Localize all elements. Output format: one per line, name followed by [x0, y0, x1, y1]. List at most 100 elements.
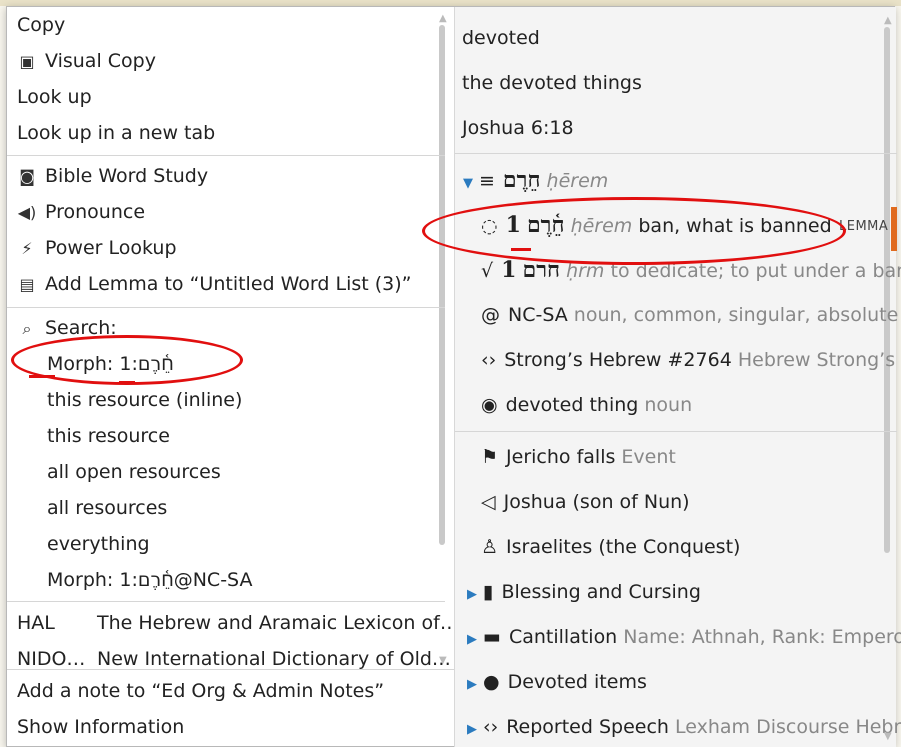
- resource-nidotte-item[interactable]: NIDO… New International Dictionary of Old…: [17, 641, 451, 669]
- copy-label: Copy: [17, 14, 66, 36]
- power-lookup-item[interactable]: ⚡ Power Lookup: [17, 230, 177, 266]
- pillar-icon: ▮: [483, 581, 494, 603]
- tag-icon: ▬: [483, 626, 501, 648]
- resource-title: New International Dictionary of Old…: [97, 648, 451, 669]
- collapsed-desc: Lexham Discourse Hebre…: [675, 716, 901, 738]
- list-icon: ≡: [479, 170, 495, 192]
- image-icon: ▣: [19, 52, 35, 71]
- collapsed-triangle-icon: ▶: [467, 677, 477, 692]
- pronounce-item[interactable]: ◀) Pronounce: [17, 194, 145, 230]
- resource-hal-item[interactable]: HAL The Hebrew and Aramaic Lexicon of…: [17, 605, 459, 641]
- scroll-up-arrow-icon[interactable]: ▲: [884, 15, 892, 26]
- search-item-label: all open resources: [47, 461, 221, 483]
- search-this-resource-inline-item[interactable]: this resource (inline): [47, 382, 242, 418]
- separator: [7, 307, 445, 308]
- search-item-label: all resources: [47, 497, 168, 519]
- collapsed-label: Blessing and Cursing: [501, 581, 701, 603]
- add-note-item[interactable]: Add a note to “Ed Org & Admin Notes”: [17, 673, 384, 709]
- collapsed-label: Reported Speech: [506, 716, 669, 738]
- flag-icon: ⚑: [481, 446, 499, 468]
- annotation-circle: [422, 197, 846, 265]
- power-lookup-label: Power Lookup: [45, 237, 177, 259]
- look-up-new-tab-item[interactable]: Look up in a new tab: [17, 115, 215, 151]
- group-row[interactable]: ♙ Israelites (the Conquest): [481, 527, 740, 567]
- show-information-item[interactable]: Show Information: [17, 709, 184, 745]
- pronounce-label: Pronounce: [45, 201, 146, 223]
- search-morph-ncsa-item[interactable]: Morph: 1:חֵ֫רֶם@NC-SA: [47, 562, 252, 598]
- morph-code: NC-SA: [508, 304, 568, 326]
- sense2-desc: noun: [644, 394, 693, 416]
- person-label: Joshua (son of Nun): [503, 491, 690, 513]
- sense2-label: devoted thing: [505, 394, 639, 416]
- look-up-item[interactable]: Look up: [17, 79, 92, 115]
- context-menu: ▲ Copy ▣ Visual Copy Look up Look up in a…: [6, 6, 901, 747]
- selected-phrase[interactable]: the devoted things: [462, 72, 642, 94]
- menu-left-pane: ▲ Copy ▣ Visual Copy Look up Look up in a…: [7, 7, 459, 747]
- separator: [455, 431, 897, 432]
- collapsed-row[interactable]: ▶ ▬ Cantillation Name: Athnah, Rank: Emper…: [467, 617, 901, 657]
- annotation-underline: [511, 248, 531, 251]
- lemma-group-row[interactable]: ▼ ≡ חֵרֶם ḥērem: [463, 160, 608, 200]
- annotation-underline: [119, 381, 135, 384]
- code-brackets-icon: ‹›: [481, 349, 497, 371]
- scroll-up-arrow-icon[interactable]: ▲: [439, 13, 447, 24]
- person-row[interactable]: ◁ Joshua (son of Nun): [481, 482, 690, 522]
- root-number: 1: [501, 257, 517, 283]
- bible-word-study-item[interactable]: ◙ Bible Word Study: [17, 158, 208, 194]
- power-lookup-icon: ⚡: [21, 239, 33, 258]
- speaker-icon: ◀): [17, 203, 37, 222]
- search-icon: ⌕: [22, 319, 32, 338]
- collapsed-row[interactable]: ▶ ▮ Blessing and Cursing: [467, 572, 701, 612]
- resource-title: The Hebrew and Aramaic Lexicon of…: [97, 612, 459, 634]
- annotation-underline: [29, 375, 55, 378]
- bible-word-study-label: Bible Word Study: [45, 165, 209, 187]
- left-scrollbar[interactable]: [439, 25, 445, 545]
- code-brackets-icon: ‹›: [483, 716, 499, 738]
- expanded-triangle-icon: ▼: [463, 176, 473, 191]
- sense-badge-icon: ◉: [481, 394, 498, 416]
- at-icon: @: [481, 304, 500, 326]
- word-list-icon: ▤: [19, 275, 35, 294]
- collapsed-triangle-icon: ▶: [467, 587, 477, 602]
- event-desc: Event: [621, 446, 676, 468]
- collapsed-row[interactable]: ▶ ‹› Reported Speech Lexham Discourse Hebr…: [467, 707, 901, 747]
- search-everything-item[interactable]: everything: [47, 526, 150, 562]
- sense2-row[interactable]: ◉ devoted thing noun: [481, 385, 692, 425]
- event-row[interactable]: ⚑ Jericho falls Event: [481, 437, 676, 477]
- add-lemma-item[interactable]: ▤ Add Lemma to “Untitled Word List (3)”: [17, 266, 412, 302]
- search-item-label: everything: [47, 533, 150, 555]
- visual-copy-item[interactable]: ▣ Visual Copy: [17, 43, 156, 79]
- copy-item[interactable]: Copy: [17, 7, 65, 43]
- strongs-desc: Hebrew Strong’s: [737, 349, 896, 371]
- add-lemma-label: Add Lemma to “Untitled Word List (3)”: [45, 273, 412, 295]
- add-note-label: Add a note to “Ed Org & Admin Notes”: [17, 680, 385, 702]
- strongs-row[interactable]: ‹› Strong’s Hebrew #2764 Hebrew Strong’s: [481, 340, 895, 380]
- search-all-resources-item[interactable]: all resources: [47, 490, 167, 526]
- morph-row[interactable]: @ NC-SA noun, common, singular, absolute: [481, 295, 898, 335]
- speech-bubble-icon: ●: [483, 671, 500, 693]
- scroll-down-arrow-icon[interactable]: ▼: [884, 731, 892, 742]
- collapsed-label: Devoted items: [507, 671, 647, 693]
- resource-abbr: HAL: [17, 612, 55, 634]
- scroll-down-arrow-icon[interactable]: ▼: [439, 655, 447, 666]
- visual-copy-label: Visual Copy: [45, 50, 156, 72]
- separator: [7, 601, 445, 602]
- menu-right-pane: ▲ devoted the devoted things Joshua 6:18…: [422, 7, 901, 747]
- lemma-tag: LEMMA: [839, 219, 889, 234]
- collapsed-row[interactable]: ▶ ● Devoted items: [467, 662, 647, 702]
- reference[interactable]: Joshua 6:18: [462, 117, 574, 139]
- resource-abbr: NIDO…: [17, 648, 86, 669]
- collapsed-label: Cantillation: [508, 626, 618, 648]
- search-item-label: Morph: 1:חֵ֫רֶם@NC-SA: [47, 569, 253, 591]
- strongs-label: Strong’s Hebrew #2764: [504, 349, 732, 371]
- people-group-icon: ♙: [481, 536, 499, 558]
- collapsed-triangle-icon: ▶: [467, 722, 477, 737]
- look-up-new-tab-label: Look up in a new tab: [17, 122, 216, 144]
- separator: [7, 155, 445, 156]
- search-this-resource-item[interactable]: this resource: [47, 418, 170, 454]
- selection-indicator: [891, 207, 897, 251]
- lemma-hebrew: חֵרֶם: [502, 167, 541, 193]
- search-all-open-resources-item[interactable]: all open resources: [47, 454, 221, 490]
- search-item-label: this resource: [47, 425, 170, 447]
- selected-word[interactable]: devoted: [462, 27, 540, 49]
